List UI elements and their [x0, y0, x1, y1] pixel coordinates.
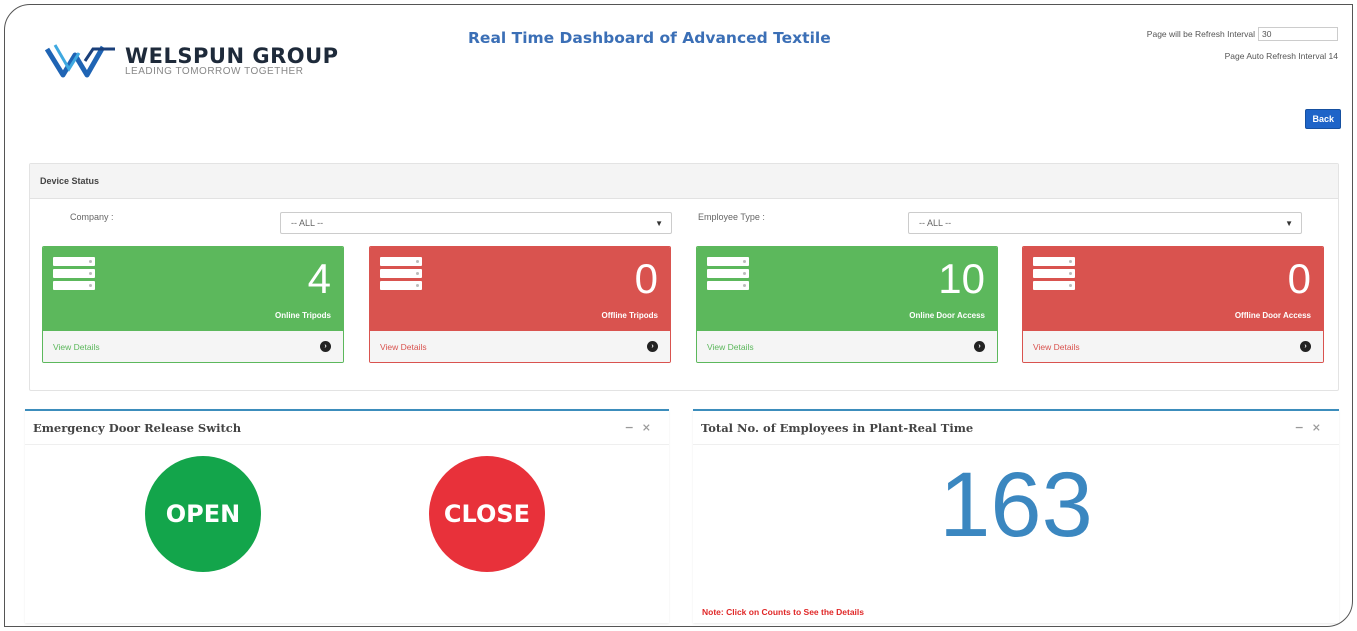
employee-type-label: Employee Type : — [698, 212, 765, 222]
device-status-title: Device Status — [30, 164, 1338, 199]
minus-icon[interactable]: − — [1295, 421, 1312, 434]
online-tripods-label: Online Tripods — [274, 311, 331, 320]
open-door-button[interactable]: OPEN — [145, 456, 261, 572]
online-door-access-count[interactable]: 10 — [938, 255, 985, 303]
view-details-link[interactable]: View Details › — [697, 331, 997, 362]
close-door-button[interactable]: CLOSE — [429, 456, 545, 572]
online-door-access-label: Online Door Access — [909, 311, 985, 320]
online-door-access-card[interactable]: 10 Online Door Access View Details › — [696, 246, 998, 363]
refresh-settings: Page will be Refresh Interval Page Auto … — [1147, 27, 1338, 61]
offline-door-access-count[interactable]: 0 — [1288, 255, 1311, 303]
arrow-circle-right-icon: › — [647, 341, 658, 352]
minus-icon[interactable]: − — [625, 421, 642, 434]
employee-count[interactable]: 163 — [693, 453, 1339, 558]
times-icon[interactable]: × — [1312, 421, 1329, 434]
brand-logo: WELSPUN GROUP LEADING TOMORROW TOGETHER — [45, 41, 339, 79]
employee-type-select-value: -- ALL -- — [919, 218, 952, 228]
offline-tripods-count[interactable]: 0 — [635, 255, 658, 303]
arrow-circle-right-icon: › — [974, 341, 985, 352]
offline-door-access-label: Offline Door Access — [1234, 311, 1311, 320]
page-title: Real Time Dashboard of Advanced Textile — [468, 29, 831, 47]
view-details-label: View Details — [1033, 342, 1080, 352]
view-details-label: View Details — [380, 342, 427, 352]
emergency-panel: Emergency Door Release Switch −× OPEN CL… — [25, 409, 669, 623]
offline-tripods-card[interactable]: 0 Offline Tripods View Details › — [369, 246, 671, 363]
auto-refresh-label: Page Auto Refresh Interval 14 — [1224, 51, 1338, 61]
device-status-panel: Device Status Company : -- ALL -- ▼ Empl… — [29, 163, 1339, 391]
server-icon — [707, 257, 749, 293]
arrow-circle-right-icon: › — [320, 341, 331, 352]
view-details-link[interactable]: View Details › — [1023, 331, 1323, 362]
back-button[interactable]: Back — [1305, 109, 1341, 129]
view-details-label: View Details — [53, 342, 100, 352]
arrow-circle-right-icon: › — [1300, 341, 1311, 352]
offline-door-access-card[interactable]: 0 Offline Door Access View Details › — [1022, 246, 1324, 363]
employee-type-select[interactable]: -- ALL -- ▼ — [908, 212, 1302, 234]
view-details-label: View Details — [707, 342, 754, 352]
server-icon — [1033, 257, 1075, 293]
refresh-interval-label: Page will be Refresh Interval — [1146, 29, 1255, 39]
server-icon — [53, 257, 95, 293]
view-details-link[interactable]: View Details › — [43, 331, 343, 362]
view-details-link[interactable]: View Details › — [370, 331, 670, 362]
caret-down-icon: ▼ — [655, 219, 663, 228]
employees-panel: Total No. of Employees in Plant-Real Tim… — [693, 409, 1339, 623]
refresh-interval-input[interactable] — [1258, 27, 1338, 41]
server-icon — [380, 257, 422, 293]
company-select-value: -- ALL -- — [291, 218, 324, 228]
welspun-logo-icon — [45, 44, 115, 78]
online-tripods-card[interactable]: 4 Online Tripods View Details › — [42, 246, 344, 363]
online-tripods-count[interactable]: 4 — [308, 255, 331, 303]
company-select[interactable]: -- ALL -- ▼ — [280, 212, 672, 234]
brand-name: WELSPUN GROUP — [125, 43, 339, 68]
offline-tripods-label: Offline Tripods — [601, 311, 658, 320]
employees-panel-title: Total No. of Employees in Plant-Real Tim… — [701, 421, 974, 435]
dashboard-frame: WELSPUN GROUP LEADING TOMORROW TOGETHER … — [4, 4, 1353, 627]
times-icon[interactable]: × — [642, 421, 659, 434]
emergency-panel-title: Emergency Door Release Switch — [33, 421, 242, 435]
counts-note: Note: Click on Counts to See the Details — [702, 607, 864, 617]
caret-down-icon: ▼ — [1285, 219, 1293, 228]
company-label: Company : — [70, 212, 114, 222]
